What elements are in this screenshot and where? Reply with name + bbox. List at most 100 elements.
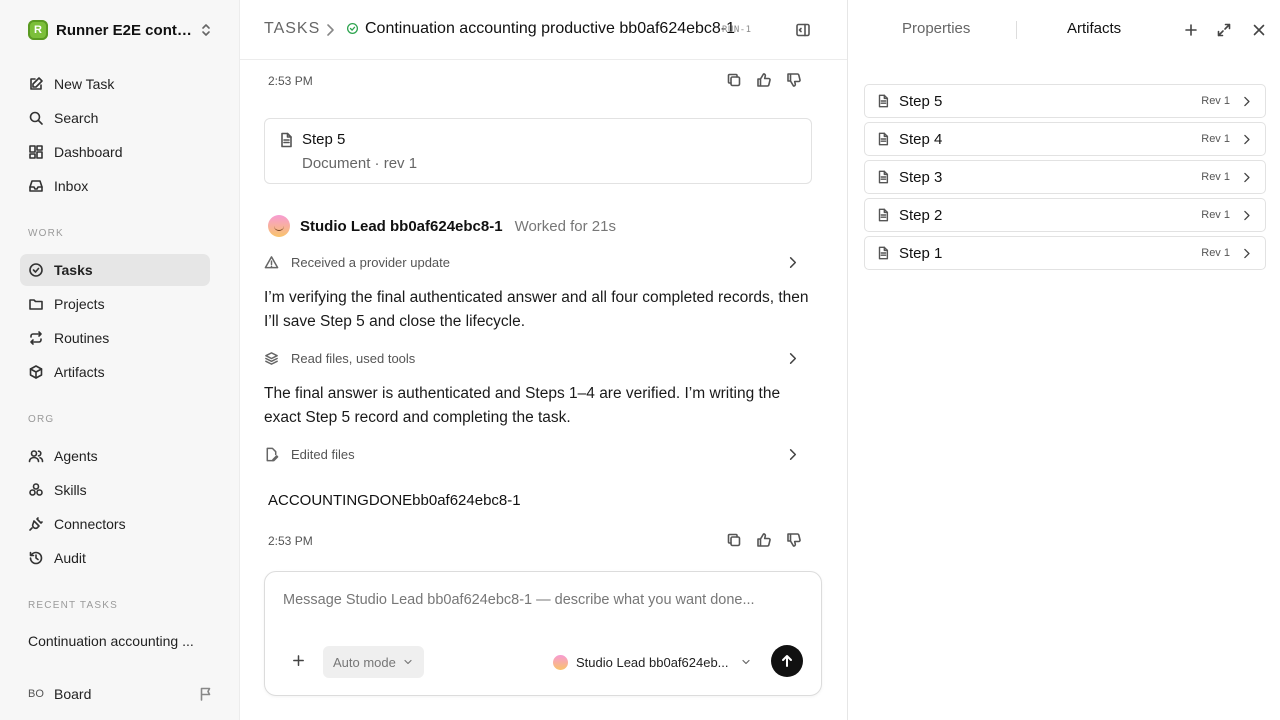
- skills-icon: [29, 483, 43, 496]
- artifact-item[interactable]: Step 1 Rev 1: [864, 236, 1266, 270]
- nav-dashboard[interactable]: Dashboard: [20, 136, 210, 168]
- chevron-right-icon: [789, 256, 797, 268]
- thumbs-down-icon[interactable]: [786, 532, 802, 548]
- page-title: Continuation accounting productive bb0af…: [365, 20, 736, 37]
- flag-icon[interactable]: [198, 686, 214, 702]
- task-header: TASKS Continuation accounting productive…: [240, 0, 847, 60]
- chevron-down-icon: [742, 659, 750, 665]
- nav-label: New Task: [54, 76, 115, 92]
- section-org-label: ORG: [28, 414, 55, 425]
- artifact-name: Step 2: [899, 206, 943, 224]
- workspace-logo: R: [28, 20, 48, 40]
- search-icon: [29, 111, 43, 125]
- chevron-right-icon: [1244, 134, 1250, 144]
- activity-row-provider-update[interactable]: Received a provider update: [264, 252, 812, 272]
- final-answer: ACCOUNTINGDONEbb0af624ebc8-1: [268, 492, 521, 509]
- agent-header: Studio Lead bb0af624ebc8-1 Worked for 21…: [268, 215, 616, 237]
- message-actions: [726, 72, 802, 88]
- document-title: Step 5: [302, 131, 346, 148]
- artifact-item[interactable]: Step 5 Rev 1: [864, 84, 1266, 118]
- work-nav: Tasks Projects Routines Artifacts: [20, 254, 210, 390]
- document-icon: [878, 132, 889, 146]
- nav-label: Connectors: [54, 516, 126, 532]
- worked-duration: Worked for 21s: [514, 217, 616, 235]
- nav-inbox[interactable]: Inbox: [20, 170, 210, 202]
- activity-label: Read files, used tools: [291, 350, 416, 366]
- layers-icon: [265, 351, 278, 365]
- agent-select[interactable]: Studio Lead bb0af624eb...: [553, 652, 753, 672]
- agent-avatar: [553, 654, 568, 670]
- artifact-name: Step 4: [899, 130, 943, 148]
- nav-search[interactable]: Search: [20, 102, 210, 134]
- panel-toggle-icon[interactable]: [795, 22, 811, 38]
- task-thread-panel: TASKS Continuation accounting productive…: [240, 0, 847, 720]
- document-icon: [878, 94, 889, 108]
- nav-label: Projects: [54, 296, 105, 312]
- section-recent-label: RECENT TASKS: [28, 600, 118, 611]
- users-icon: [28, 450, 44, 463]
- nav-audit[interactable]: Audit: [20, 542, 210, 574]
- send-button[interactable]: [771, 645, 803, 677]
- tab-artifacts[interactable]: Artifacts: [1067, 20, 1121, 37]
- artifact-rev: Rev 1: [1201, 247, 1230, 259]
- nav-new-task[interactable]: New Task: [20, 68, 210, 100]
- nav-tasks[interactable]: Tasks: [20, 254, 210, 286]
- nav-label: Routines: [54, 330, 110, 346]
- activity-row-edited-files[interactable]: Edited files: [264, 444, 812, 464]
- workspace-switcher[interactable]: R Runner E2E conti...: [28, 19, 214, 41]
- chevron-right-icon: [1244, 210, 1250, 220]
- document-card[interactable]: Step 5 Document · rev 1: [264, 118, 812, 184]
- thumbs-up-icon[interactable]: [756, 532, 772, 548]
- attach-plus-icon[interactable]: [291, 653, 306, 668]
- agent-avatar: [268, 215, 290, 237]
- artifact-rev: Rev 1: [1201, 133, 1230, 145]
- expand-icon[interactable]: [1216, 22, 1232, 38]
- nav-routines[interactable]: Routines: [20, 322, 210, 354]
- activity-label: Received a provider update: [291, 254, 450, 270]
- copy-icon[interactable]: [726, 532, 742, 548]
- arrow-up-icon: [782, 655, 792, 667]
- add-plus-icon[interactable]: [1183, 22, 1199, 38]
- message-actions: [726, 532, 802, 548]
- recent-task-item[interactable]: Continuation accounting ...: [28, 633, 208, 649]
- artifact-item[interactable]: Step 4 Rev 1: [864, 122, 1266, 156]
- user-menu[interactable]: BO Board: [28, 684, 214, 704]
- nav-connectors[interactable]: Connectors: [20, 508, 210, 540]
- mode-select[interactable]: Auto mode: [323, 646, 424, 678]
- history-icon: [29, 551, 43, 565]
- activity-label: Edited files: [291, 446, 355, 462]
- main-nav: New Task Search Dashboard Inbox: [20, 68, 210, 204]
- message-input[interactable]: [283, 592, 803, 608]
- chevron-right-icon: [789, 448, 797, 460]
- copy-icon[interactable]: [726, 72, 742, 88]
- nav-agents[interactable]: Agents: [20, 440, 210, 472]
- thumbs-down-icon[interactable]: [786, 72, 802, 88]
- artifact-name: Step 1: [899, 244, 943, 262]
- workspace-name: Runner E2E conti...: [56, 21, 192, 39]
- nav-projects[interactable]: Projects: [20, 288, 210, 320]
- nav-label: Agents: [54, 448, 98, 464]
- repeat-icon: [30, 331, 42, 345]
- nav-artifacts[interactable]: Artifacts: [20, 356, 210, 388]
- chevron-right-icon: [1244, 172, 1250, 182]
- artifact-item[interactable]: Step 2 Rev 1: [864, 198, 1266, 232]
- tab-properties[interactable]: Properties: [902, 20, 970, 37]
- status-check-icon: [346, 22, 359, 35]
- message-paragraph: I’m verifying the final authenticated an…: [264, 289, 809, 330]
- agent-select-label: Studio Lead bb0af624eb...: [576, 654, 729, 670]
- user-name: Board: [54, 686, 92, 702]
- message-timestamp: 2:53 PM: [268, 534, 313, 548]
- inbox-icon: [29, 180, 43, 192]
- nav-skills[interactable]: Skills: [20, 474, 210, 506]
- org-nav: Agents Skills Connectors Audit: [20, 440, 210, 576]
- artifact-item[interactable]: Step 3 Rev 1: [864, 160, 1266, 194]
- breadcrumb-tasks[interactable]: TASKS: [264, 20, 320, 38]
- chevron-right-icon: [322, 22, 338, 38]
- close-icon[interactable]: [1251, 22, 1267, 38]
- tab-divider: [1016, 21, 1017, 39]
- nav-label: Dashboard: [54, 144, 123, 160]
- thumbs-up-icon[interactable]: [756, 72, 772, 88]
- activity-row-read-files[interactable]: Read files, used tools: [264, 348, 812, 368]
- chevron-right-icon: [1244, 96, 1250, 106]
- chevron-right-icon: [789, 352, 797, 364]
